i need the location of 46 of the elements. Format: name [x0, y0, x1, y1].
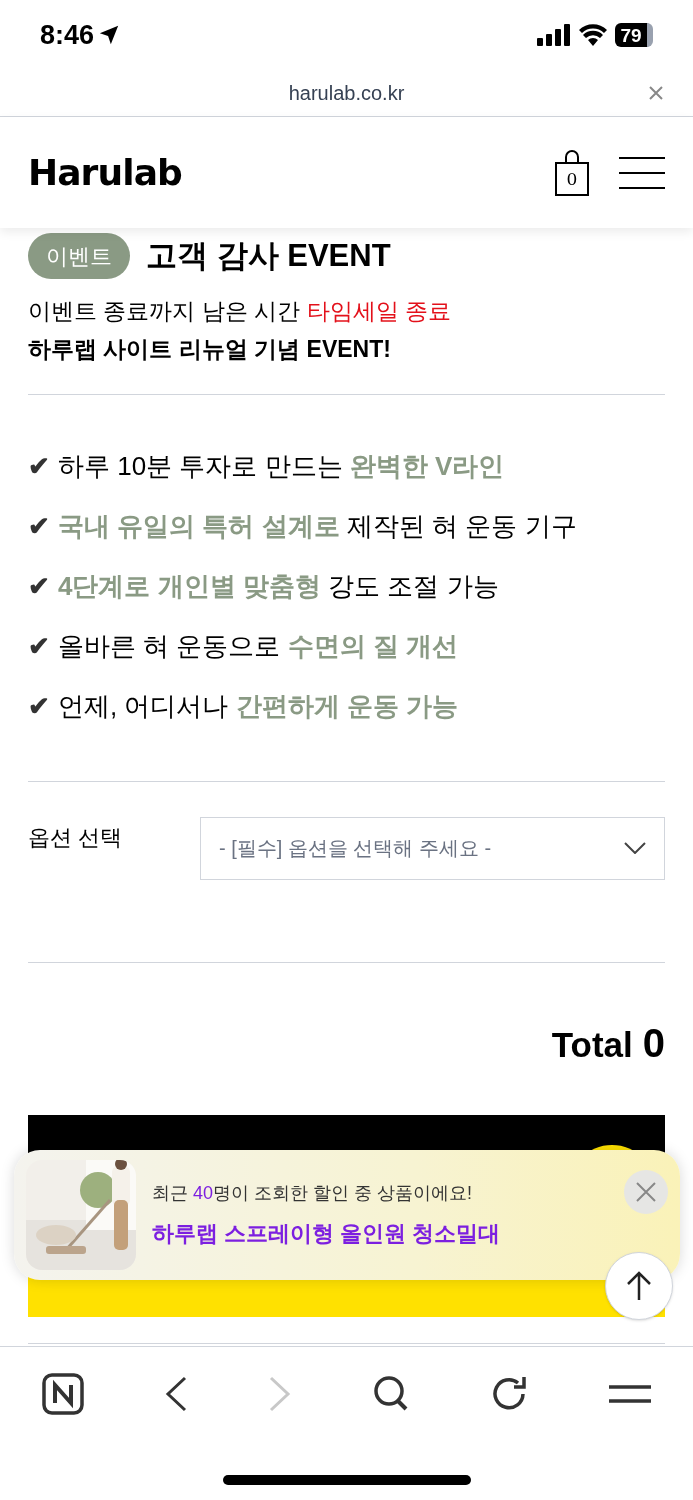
popup-product-name[interactable]: 하루랩 스프레이형 올인원 청소밀대	[152, 1217, 608, 1250]
arrow-up-icon	[626, 1271, 652, 1301]
countdown-value: 타임세일 종료	[306, 297, 451, 324]
event-badge: 이벤트	[28, 233, 130, 280]
feature-text: 언제, 어디서나	[58, 689, 230, 723]
product-popup[interactable]: 최근 40명이 조회한 할인 중 상품이에요! 하루랩 스프레이형 올인원 청소밀대	[14, 1150, 680, 1280]
check-mark: ✔	[28, 629, 50, 663]
option-label: 옵션 선택	[28, 823, 124, 852]
feature-text: 제작된 혀 운동 기구	[345, 509, 577, 543]
feature-text: 간편하게 운동 가능	[235, 689, 459, 723]
option-select[interactable]: - [필수] 옵션을 선택해 주세요 -	[200, 816, 665, 880]
feature-text: 올바른 혀 운동으로	[58, 629, 282, 663]
chevron-down-icon	[624, 842, 646, 854]
feature-text: 4단계로 개인별 맞춤형	[58, 569, 321, 603]
close-icon	[636, 1182, 656, 1202]
feature-text: 강도 조절 가능	[327, 569, 499, 603]
total-label: Total	[551, 1023, 633, 1066]
feature-text: 완벽한 V라인	[349, 449, 505, 483]
cart-button[interactable]: 0	[555, 149, 589, 196]
check-mark: ✔	[28, 569, 50, 603]
wifi-icon	[579, 24, 607, 46]
countdown-label: 이벤트 종료까지 남은 시간	[28, 297, 301, 324]
location-arrow-icon	[98, 24, 121, 46]
check-mark: ✔	[28, 509, 50, 543]
cart-count: 0	[566, 167, 578, 190]
n-logo-icon[interactable]	[42, 1373, 84, 1415]
close-icon[interactable]	[649, 86, 663, 100]
battery-level: 79	[620, 25, 642, 45]
event-subtitle: 하루랩 사이트 리뉴얼 기념 EVENT!	[28, 334, 392, 364]
feature-text: 수면의 질 개선	[287, 629, 459, 663]
menu-icon[interactable]	[608, 1385, 651, 1403]
status-time: 8:46	[40, 18, 95, 52]
check-mark: ✔	[28, 449, 50, 483]
address-url[interactable]: harulab.co.kr	[288, 78, 405, 108]
total-value: 0	[642, 1019, 665, 1067]
check-mark: ✔	[28, 689, 50, 723]
event-title: 고객 감사 EVENT	[146, 237, 391, 275]
signal-icon	[537, 24, 571, 46]
site-logo[interactable]: Harulab	[28, 145, 182, 200]
menu-icon[interactable]	[619, 156, 665, 189]
close-button[interactable]	[624, 1170, 668, 1214]
bag-icon	[555, 149, 589, 196]
back-icon[interactable]	[164, 1376, 189, 1412]
popup-message: 최근 40명이 조회한 할인 중 상품이에요!	[152, 1182, 474, 1205]
feature-text: 하루 10분 투자로 만드는	[58, 449, 344, 483]
feature-text: 국내 유일의 특허 설계로	[58, 509, 340, 543]
